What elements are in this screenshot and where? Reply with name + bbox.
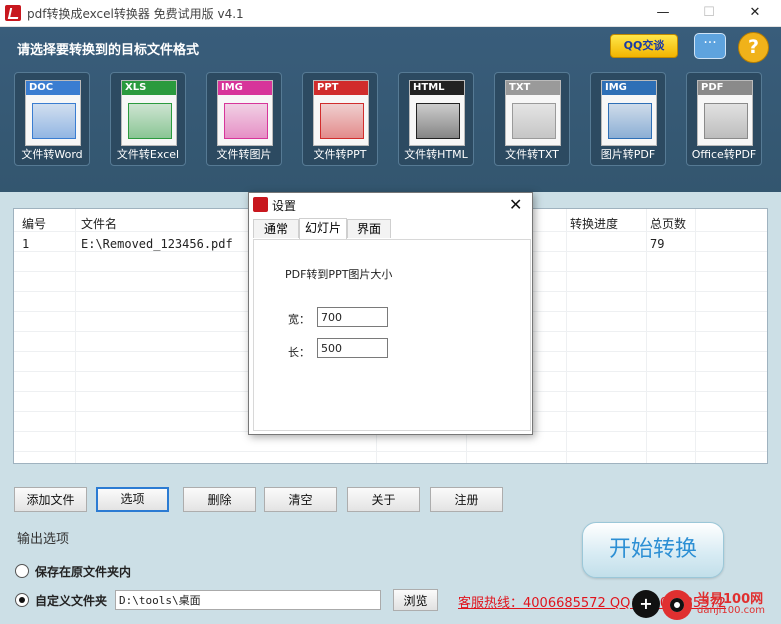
add-file-button[interactable]: 添加文件: [14, 487, 87, 512]
about-button[interactable]: 关于: [347, 487, 420, 512]
grid-divider: [646, 209, 647, 463]
file-type-tag: HTML: [410, 81, 464, 95]
file-type-tag: XLS: [122, 81, 176, 95]
row-filename: E:\Removed_123456.pdf: [81, 237, 233, 251]
width-label: 宽：: [288, 313, 310, 326]
register-button[interactable]: 注册: [430, 487, 503, 512]
keep-original-radio[interactable]: [15, 564, 29, 578]
grid-rule: [14, 451, 767, 452]
grid-divider: [75, 209, 76, 463]
pdf-app-icon: [5, 5, 21, 21]
start-convert-button[interactable]: 开始转换: [582, 522, 724, 578]
file-art-graphic: [128, 103, 172, 139]
tool-officepdf-button[interactable]: PDF Office转PDF: [686, 72, 762, 166]
row-no: 1: [22, 237, 30, 251]
img-file-icon: IMG: [217, 80, 273, 146]
tool-label: 文件转HTML: [404, 148, 468, 161]
maximize-button[interactable]: ☐: [686, 0, 732, 26]
file-type-tag: TXT: [506, 81, 560, 95]
txt-file-icon: TXT: [505, 80, 561, 146]
tool--button[interactable]: IMG 文件转图片: [206, 72, 282, 166]
watermark-logo-icon: [662, 590, 692, 620]
tool-label: 文件转TXT: [505, 148, 559, 161]
tool-label: 文件转PPT: [313, 148, 367, 161]
tool-ppt-button[interactable]: PPT 文件转PPT: [302, 72, 378, 166]
pdf-app-icon: [253, 197, 268, 212]
tool-label: 文件转图片: [216, 148, 272, 161]
dialog-title: 设置: [272, 199, 297, 213]
grid-divider: [695, 209, 696, 463]
browse-button[interactable]: 浏览: [393, 589, 438, 611]
tool-label: 图片转PDF: [600, 148, 656, 161]
output-options-title: 输出选项: [17, 532, 70, 547]
html-file-icon: HTML: [409, 80, 465, 146]
watermark-url: danji100.com: [697, 605, 765, 616]
file-art-graphic: [224, 103, 268, 139]
tool-html-button[interactable]: HTML 文件转HTML: [398, 72, 474, 166]
img-file-icon: IMG: [601, 80, 657, 146]
custom-folder-radio[interactable]: [15, 593, 29, 607]
xls-file-icon: XLS: [121, 80, 177, 146]
width-input[interactable]: 700: [317, 307, 388, 327]
header-title: 请选择要转换到的目标文件格式: [17, 43, 200, 58]
ppt-size-label: PDF转到PPT图片大小: [285, 268, 393, 281]
tool-label: Office转PDF: [691, 148, 757, 161]
watermark-plus-icon: +: [632, 590, 660, 618]
doc-file-icon: DOC: [25, 80, 81, 146]
settings-dialog: 设置 ✕ 通常 幻灯片 界面 PDF转到PPT图片大小 宽： 700 长： 50…: [248, 192, 533, 435]
close-button[interactable]: ✕: [732, 0, 778, 26]
tool-txt-button[interactable]: TXT 文件转TXT: [494, 72, 570, 166]
tool-label: 文件转Word: [21, 148, 83, 161]
grid-divider: [566, 209, 567, 463]
format-header: 请选择要转换到的目标文件格式 QQ交谈 ··· ? DOC 文件转Word XLS 文…: [0, 27, 781, 192]
file-art-graphic: [32, 103, 76, 139]
qq-chat-button[interactable]: QQ交谈: [610, 34, 678, 58]
chat-icon[interactable]: ···: [694, 33, 726, 59]
file-art-graphic: [512, 103, 556, 139]
minimize-button[interactable]: —: [640, 0, 686, 26]
dialog-close-icon[interactable]: ✕: [509, 195, 522, 214]
custom-folder-label: 自定义文件夹: [35, 594, 108, 608]
file-art-graphic: [416, 103, 460, 139]
tool-pdf-button[interactable]: IMG 图片转PDF: [590, 72, 666, 166]
tool-word-button[interactable]: DOC 文件转Word: [14, 72, 90, 166]
tab-interface[interactable]: 界面: [347, 219, 391, 238]
tab-panel: PDF转到PPT图片大小 宽： 700 长： 500: [253, 239, 531, 431]
clear-button[interactable]: 清空: [264, 487, 337, 512]
tool-label: 文件转Excel: [116, 148, 180, 161]
tab-slides[interactable]: 幻灯片: [299, 218, 347, 239]
file-type-tag: IMG: [602, 81, 656, 95]
file-type-tag: IMG: [218, 81, 272, 95]
delete-button[interactable]: 删除: [183, 487, 256, 512]
pdf-file-icon: PDF: [697, 80, 753, 146]
row-pages: 79: [650, 237, 665, 251]
file-type-tag: PDF: [698, 81, 752, 95]
file-art-graphic: [320, 103, 364, 139]
tab-general[interactable]: 通常: [253, 219, 299, 238]
file-type-tag: DOC: [26, 81, 80, 95]
keep-original-label: 保存在原文件夹内: [35, 565, 132, 579]
output-path-input[interactable]: D:\tools\桌面: [115, 590, 381, 610]
options-button[interactable]: 选项: [96, 487, 169, 512]
title-bar: pdf转换成excel转换器 免费试用版 v4.1 — ☐ ✕: [0, 0, 781, 27]
tool-excel-button[interactable]: XLS 文件转Excel: [110, 72, 186, 166]
height-input[interactable]: 500: [317, 338, 388, 358]
help-icon[interactable]: ?: [738, 32, 769, 63]
file-art-graphic: [608, 103, 652, 139]
ppt-file-icon: PPT: [313, 80, 369, 146]
window-title: pdf转换成excel转换器 免费试用版 v4.1: [27, 7, 244, 21]
dialog-tabs: 通常 幻灯片 界面: [249, 218, 532, 239]
height-label: 长：: [288, 346, 310, 359]
file-type-tag: PPT: [314, 81, 368, 95]
file-art-graphic: [704, 103, 748, 139]
